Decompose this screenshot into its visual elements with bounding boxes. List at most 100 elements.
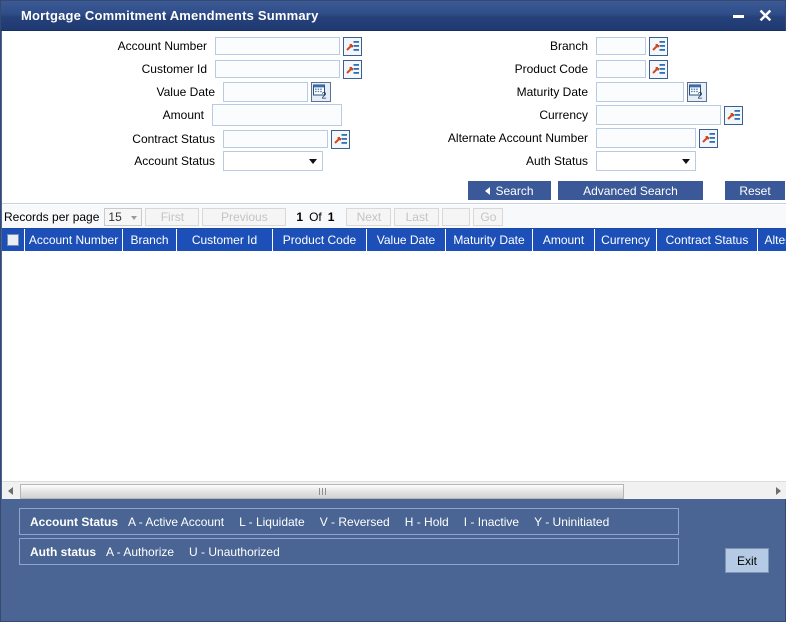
column-header-branch[interactable]: Branch (123, 229, 177, 251)
search-button-label: Search (495, 183, 534, 198)
select-all-cell (2, 229, 25, 251)
previous-page-button[interactable]: Previous (202, 207, 287, 226)
results-table: Account Number Branch Customer Id Produc… (2, 228, 786, 499)
go-button[interactable]: Go (473, 207, 504, 226)
label-alternate-account-number: Alternate Account Number (447, 131, 588, 145)
lookup-icon-branch[interactable] (649, 36, 668, 56)
close-icon[interactable]: ✕ (758, 7, 773, 25)
legend-item: V - Reversed (319, 514, 390, 529)
table-body (2, 251, 786, 479)
label-contract-status: Contract Status (132, 132, 215, 146)
advanced-search-button-label: Advanced Search (583, 183, 678, 198)
field-maturity-date: Maturity Date 2 (402, 82, 707, 102)
legend-account-status: Account Status A - Active Account L - Li… (19, 508, 679, 535)
first-page-button[interactable]: First (145, 207, 200, 226)
current-page-number: 1 (296, 209, 304, 224)
search-criteria-form: Account Number Customer Id Value Date 2 … (2, 31, 786, 171)
lookup-icon-alternate-account-number[interactable] (699, 128, 718, 148)
input-value-date[interactable] (223, 82, 308, 102)
lookup-icon-customer-id[interactable] (343, 59, 362, 79)
exit-button-label: Exit (736, 553, 757, 568)
label-value-date: Value Date (156, 85, 215, 99)
section-divider (2, 203, 786, 204)
input-currency[interactable] (596, 105, 721, 125)
label-product-code: Product Code (514, 62, 588, 76)
lookup-icon-contract-status[interactable] (331, 129, 350, 149)
summary-window: Mortgage Commitment Amendments Summary ✕… (0, 0, 786, 622)
field-alternate-account-number: Alternate Account Number (402, 128, 718, 148)
field-account-number: Account Number (2, 36, 362, 56)
column-header-maturity-date[interactable]: Maturity Date (446, 229, 533, 251)
lookup-icon-currency[interactable] (724, 105, 743, 125)
field-customer-id: Customer Id (2, 59, 362, 79)
select-all-checkbox[interactable] (7, 234, 19, 246)
calendar-icon-maturity-date[interactable]: 2 (687, 82, 707, 102)
minimize-icon[interactable] (732, 8, 744, 23)
records-per-page-label: Records per page (4, 209, 100, 224)
input-account-number[interactable] (215, 37, 340, 55)
input-product-code[interactable] (596, 60, 646, 78)
field-amount: Amount (2, 104, 342, 126)
column-header-currency[interactable]: Currency (595, 229, 657, 251)
last-page-button[interactable]: Last (394, 207, 440, 226)
input-contract-status[interactable] (223, 130, 328, 148)
records-per-page-wrap: 15 (99, 207, 143, 226)
reset-button-label: Reset (739, 183, 771, 198)
page-of-label: Of (309, 209, 322, 224)
input-customer-id[interactable] (215, 60, 340, 78)
scrollbar-grip-icon (318, 487, 326, 495)
window-controls: ✕ (732, 7, 773, 25)
input-branch[interactable] (596, 37, 646, 55)
field-currency: Currency (402, 105, 743, 125)
horizontal-scrollbar[interactable] (2, 481, 786, 499)
lookup-icon-product-code[interactable] (649, 59, 668, 79)
total-pages-number: 1 (327, 209, 335, 224)
pagination-bar: Records per page 15 First Previous 1 Of … (2, 205, 786, 228)
select-account-status[interactable] (223, 151, 323, 171)
field-auth-status: Auth Status (402, 151, 696, 171)
search-arrow-icon (485, 186, 491, 195)
label-customer-id: Customer Id (141, 62, 207, 76)
legend-item: H - Hold (404, 514, 449, 529)
svg-text:2: 2 (322, 91, 327, 101)
window-title: Mortgage Commitment Amendments Summary (21, 8, 319, 23)
column-header-value-date[interactable]: Value Date (367, 229, 446, 251)
column-header-account-number[interactable]: Account Number (25, 229, 123, 251)
input-alternate-account-number[interactable] (596, 128, 696, 148)
column-header-contract-status[interactable]: Contract Status (657, 229, 758, 251)
legend-auth-status: Auth status A - Authorize U - Unauthoriz… (19, 538, 679, 565)
column-header-product-code[interactable]: Product Code (273, 229, 367, 251)
scrollbar-thumb[interactable] (20, 483, 624, 499)
column-header-customer-id[interactable]: Customer Id (177, 229, 273, 251)
select-auth-status[interactable] (596, 151, 696, 171)
legend-item: L - Liquidate (239, 514, 305, 529)
action-bar: Search Advanced Search Reset (2, 181, 786, 203)
advanced-search-button[interactable]: Advanced Search (558, 181, 703, 200)
legend-item: Y - Uninitiated (534, 514, 610, 529)
scroll-left-icon[interactable] (2, 482, 18, 499)
legend-item: A - Authorize (106, 544, 175, 559)
records-per-page-select[interactable]: 15 (104, 207, 143, 226)
label-amount: Amount (162, 108, 204, 122)
field-branch: Branch (402, 36, 668, 56)
exit-button[interactable]: Exit (725, 548, 769, 573)
column-header-alternate-account-number[interactable]: Alternate Account N (758, 229, 786, 251)
column-header-amount[interactable]: Amount (533, 229, 595, 251)
label-branch: Branch (549, 39, 588, 53)
account-status-select-wrap (223, 151, 323, 171)
legend-item: U - Unauthorized (189, 544, 280, 559)
input-amount[interactable] (212, 104, 342, 126)
scrollbar-track[interactable] (18, 482, 770, 499)
svg-text:2: 2 (698, 91, 703, 101)
page-number-input[interactable] (442, 207, 471, 226)
auth-status-select-wrap (596, 151, 696, 171)
reset-button[interactable]: Reset (725, 181, 785, 200)
next-page-button[interactable]: Next (346, 207, 392, 226)
input-maturity-date[interactable] (596, 82, 684, 102)
legend-item: I - Inactive (463, 514, 520, 529)
scroll-right-icon[interactable] (770, 482, 786, 499)
search-button[interactable]: Search (468, 181, 551, 200)
calendar-icon-value-date[interactable]: 2 (311, 82, 331, 102)
lookup-icon-account-number[interactable] (343, 36, 362, 56)
label-auth-status: Auth Status (525, 154, 588, 168)
